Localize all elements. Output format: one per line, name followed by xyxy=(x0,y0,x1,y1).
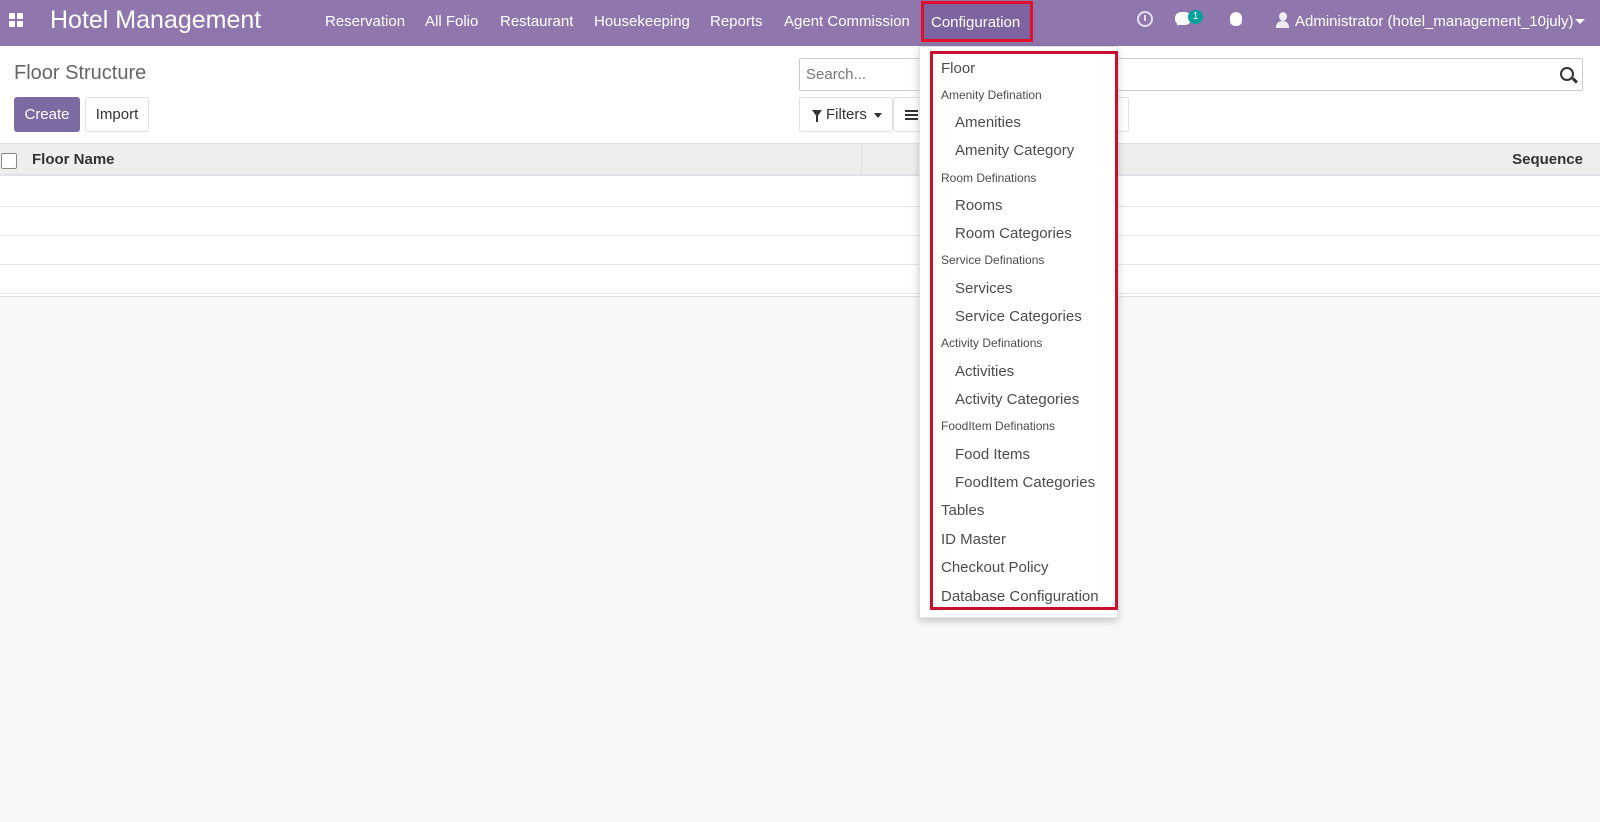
filters-label: Filters xyxy=(826,106,867,123)
dropdown-item-floor[interactable]: Floor xyxy=(941,60,975,77)
menu-housekeeping[interactable]: Housekeeping xyxy=(594,13,690,30)
dropdown-header-amenity: Amenity Defination xyxy=(941,88,1042,102)
filter-icon xyxy=(812,110,822,122)
dropdown-item-food-items[interactable]: Food Items xyxy=(955,446,1030,463)
table-row xyxy=(0,207,1600,236)
select-all-checkbox[interactable] xyxy=(1,153,17,169)
dropdown-item-amenities[interactable]: Amenities xyxy=(955,114,1021,131)
dropdown-header-room: Room Definations xyxy=(941,171,1037,185)
control-panel: Floor Structure Create Import Filters xyxy=(0,46,1600,144)
apps-icon[interactable] xyxy=(9,13,23,27)
user-icon[interactable] xyxy=(1276,12,1289,28)
import-button[interactable]: Import xyxy=(85,97,149,132)
create-button[interactable]: Create xyxy=(14,97,80,132)
user-menu[interactable]: Administrator (hotel_management_10july) xyxy=(1295,13,1573,30)
menu-configuration-label: Configuration xyxy=(931,14,1021,31)
table-header: Floor Name Sequence xyxy=(0,144,1600,176)
chevron-down-icon xyxy=(874,113,882,118)
bars-icon xyxy=(905,110,918,120)
dropdown-header-fooditem: FoodItem Definations xyxy=(941,419,1056,433)
dropdown-item-activities[interactable]: Activities xyxy=(955,363,1014,380)
clock-icon[interactable] xyxy=(1137,11,1153,27)
page-title: Floor Structure xyxy=(14,62,147,84)
search-box[interactable] xyxy=(799,58,1583,91)
column-divider[interactable] xyxy=(861,144,862,176)
dropdown-item-services[interactable]: Services xyxy=(955,280,1013,297)
messages-badge: 1 xyxy=(1188,10,1203,24)
app-title[interactable]: Hotel Management xyxy=(50,6,261,35)
menu-agent-commission[interactable]: Agent Commission xyxy=(784,13,910,30)
search-input[interactable] xyxy=(806,66,1506,83)
chevron-down-icon[interactable] xyxy=(1575,19,1585,24)
menu-configuration[interactable]: Configuration xyxy=(921,1,1033,42)
dropdown-item-activity-categories[interactable]: Activity Categories xyxy=(955,391,1079,408)
menu-reservation[interactable]: Reservation xyxy=(325,13,405,30)
dropdown-item-room-categories[interactable]: Room Categories xyxy=(955,225,1072,242)
dropdown-item-amenity-category[interactable]: Amenity Category xyxy=(955,142,1074,159)
menu-all-folio[interactable]: All Folio xyxy=(425,13,478,30)
top-navbar: Hotel Management Reservation All Folio R… xyxy=(0,0,1600,46)
dropdown-item-tables[interactable]: Tables xyxy=(941,502,984,519)
dropdown-item-id-master[interactable]: ID Master xyxy=(941,531,1006,548)
dropdown-item-fooditem-categories[interactable]: FoodItem Categories xyxy=(955,474,1095,491)
filters-button[interactable]: Filters xyxy=(799,97,893,132)
list-view: Floor Name Sequence xyxy=(0,144,1600,297)
column-sequence[interactable]: Sequence xyxy=(1512,151,1583,168)
table-row xyxy=(0,178,1600,207)
dropdown-item-service-categories[interactable]: Service Categories xyxy=(955,308,1082,325)
table-row xyxy=(0,265,1600,294)
dropdown-item-checkout-policy[interactable]: Checkout Policy xyxy=(941,559,1049,576)
bug-icon[interactable] xyxy=(1230,12,1242,26)
dropdown-item-rooms[interactable]: Rooms xyxy=(955,197,1003,214)
menu-reports[interactable]: Reports xyxy=(710,13,763,30)
dropdown-header-service: Service Definations xyxy=(941,253,1045,267)
menu-restaurant[interactable]: Restaurant xyxy=(500,13,573,30)
dropdown-item-database-configuration[interactable]: Database Configuration xyxy=(941,588,1099,605)
table-row xyxy=(0,236,1600,265)
dropdown-header-activity: Activity Definations xyxy=(941,336,1043,350)
column-floor-name[interactable]: Floor Name xyxy=(32,151,115,168)
search-icon[interactable] xyxy=(1560,67,1574,81)
